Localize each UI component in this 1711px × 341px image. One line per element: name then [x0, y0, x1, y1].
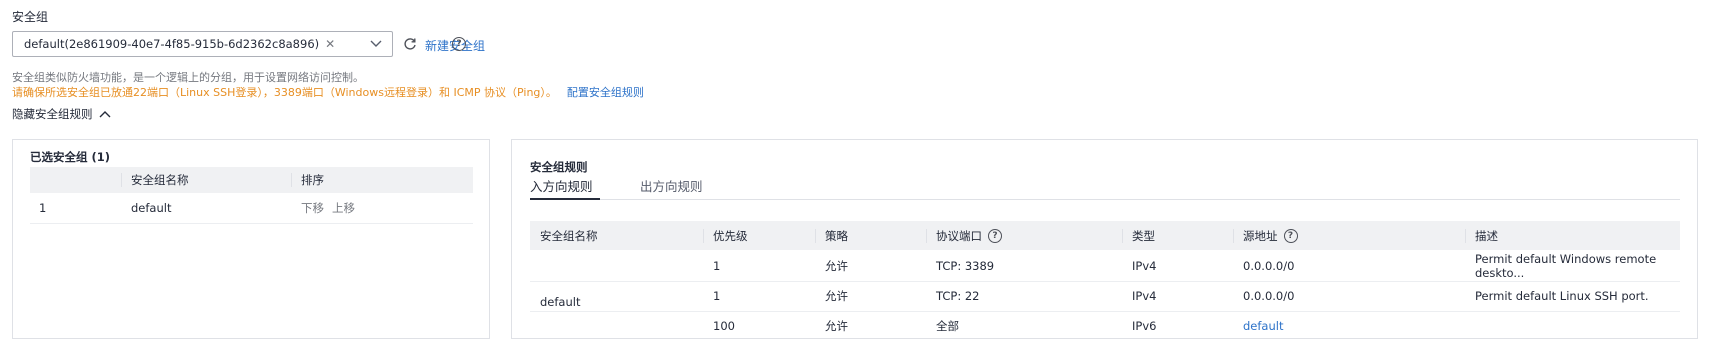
row-group-name: default — [131, 201, 172, 215]
table-row: 1 允许 TCP: 22 IPv4 0.0.0.0/0 Permit defau… — [530, 281, 1680, 312]
rule-priority: 100 — [713, 319, 735, 333]
rule-type: IPv4 — [1132, 258, 1157, 273]
hide-rules-toggle[interactable]: 隐藏安全组规则 — [12, 106, 111, 122]
rule-source[interactable]: default — [1243, 311, 1283, 341]
column-header-port: 协议端口 ? — [936, 221, 1002, 250]
rule-port: 全部 — [936, 319, 959, 333]
security-group-description: 安全组类似防火墙功能，是一个逻辑上的分组，用于设置网络访问控制。 — [12, 71, 364, 84]
selected-tag: default(2e861909-40e7-4f85-915b-6d2362c8… — [24, 36, 335, 52]
tab-outbound[interactable]: 出方向规则 — [640, 176, 703, 195]
column-header-order: 排序 — [301, 173, 324, 187]
rule-source: 0.0.0.0/0 — [1243, 258, 1295, 273]
help-icon[interactable]: ? — [452, 37, 466, 51]
port-warning: 请确保所选安全组已放通22端口（Linux SSH登录），3389端口（Wind… — [12, 84, 644, 100]
row-index: 1 — [39, 201, 47, 215]
column-header-source-label: 源地址 — [1243, 228, 1278, 243]
rule-policy: 允许 — [825, 258, 848, 273]
tab-inbound[interactable]: 入方向规则 — [530, 176, 593, 195]
security-group-select[interactable]: default(2e861909-40e7-4f85-915b-6d2362c8… — [12, 31, 393, 57]
selected-tag-label: default(2e861909-40e7-4f85-915b-6d2362c8… — [24, 37, 320, 51]
row-order-actions: 下移 上移 — [301, 193, 355, 223]
rule-description: Permit default Linux SSH port. — [1475, 289, 1649, 303]
rule-source: 0.0.0.0/0 — [1243, 289, 1295, 303]
rule-port: TCP: 3389 — [936, 258, 995, 273]
move-up-button[interactable]: 上移 — [332, 200, 355, 216]
table-row: 100 允许 全部 IPv6 default — [530, 311, 1680, 341]
hide-rules-label: 隐藏安全组规则 — [12, 107, 93, 121]
rule-type: IPv4 — [1132, 289, 1157, 303]
configure-rules-link[interactable]: 配置安全组规则 — [567, 86, 644, 99]
help-icon[interactable]: ? — [988, 228, 1002, 243]
rules-heading: 安全组规则 — [530, 160, 588, 174]
column-header-source: 源地址 ? — [1243, 221, 1298, 250]
rule-priority: 1 — [713, 258, 721, 273]
help-icon[interactable]: ? — [1283, 228, 1298, 243]
move-down-button[interactable]: 下移 — [301, 200, 324, 216]
table-row: 1 default 下移 上移 — [30, 193, 473, 224]
refresh-icon[interactable] — [403, 37, 417, 51]
rules-table-header: 安全组名称 优先级 策略 协议端口 ? 类型 源地址 ? 描述 — [530, 221, 1680, 250]
rules-panel: 安全组规则 入方向规则 出方向规则 安全组名称 优先级 策略 协议端口 ? 类型… — [511, 139, 1698, 339]
column-header-type: 类型 — [1132, 228, 1155, 243]
rule-policy: 允许 — [825, 289, 848, 303]
rule-description: Permit default Windows remote deskto... — [1475, 251, 1657, 280]
section-title: 安全组 — [12, 10, 49, 24]
rule-type: IPv6 — [1132, 319, 1157, 333]
column-header-port-label: 协议端口 — [936, 228, 982, 243]
active-tab-indicator — [530, 198, 600, 200]
table-row: 1 允许 TCP: 3389 IPv4 0.0.0.0/0 Permit def… — [530, 250, 1680, 282]
column-header-name: 安全组名称 — [131, 173, 189, 187]
selected-groups-panel: 已选安全组 (1) 安全组名称 排序 1 default 下移 上移 — [12, 139, 490, 339]
rule-port: TCP: 22 — [936, 289, 980, 303]
rule-policy: 允许 — [825, 319, 848, 333]
chevron-up-icon — [99, 111, 110, 118]
selected-groups-heading: 已选安全组 (1) — [30, 150, 111, 164]
port-warning-text: 请确保所选安全组已放通22端口（Linux SSH登录），3389端口（Wind… — [12, 86, 557, 99]
selected-groups-header: 安全组名称 排序 — [30, 167, 473, 193]
column-header-description: 描述 — [1475, 228, 1498, 243]
column-header-policy: 策略 — [825, 228, 848, 243]
close-icon[interactable]: ✕ — [325, 36, 335, 52]
column-header-group-name: 安全组名称 — [540, 228, 598, 243]
rule-priority: 1 — [713, 289, 721, 303]
chevron-down-icon[interactable] — [370, 39, 382, 49]
column-header-priority: 优先级 — [713, 228, 748, 243]
rule-group-name: default — [540, 295, 581, 309]
